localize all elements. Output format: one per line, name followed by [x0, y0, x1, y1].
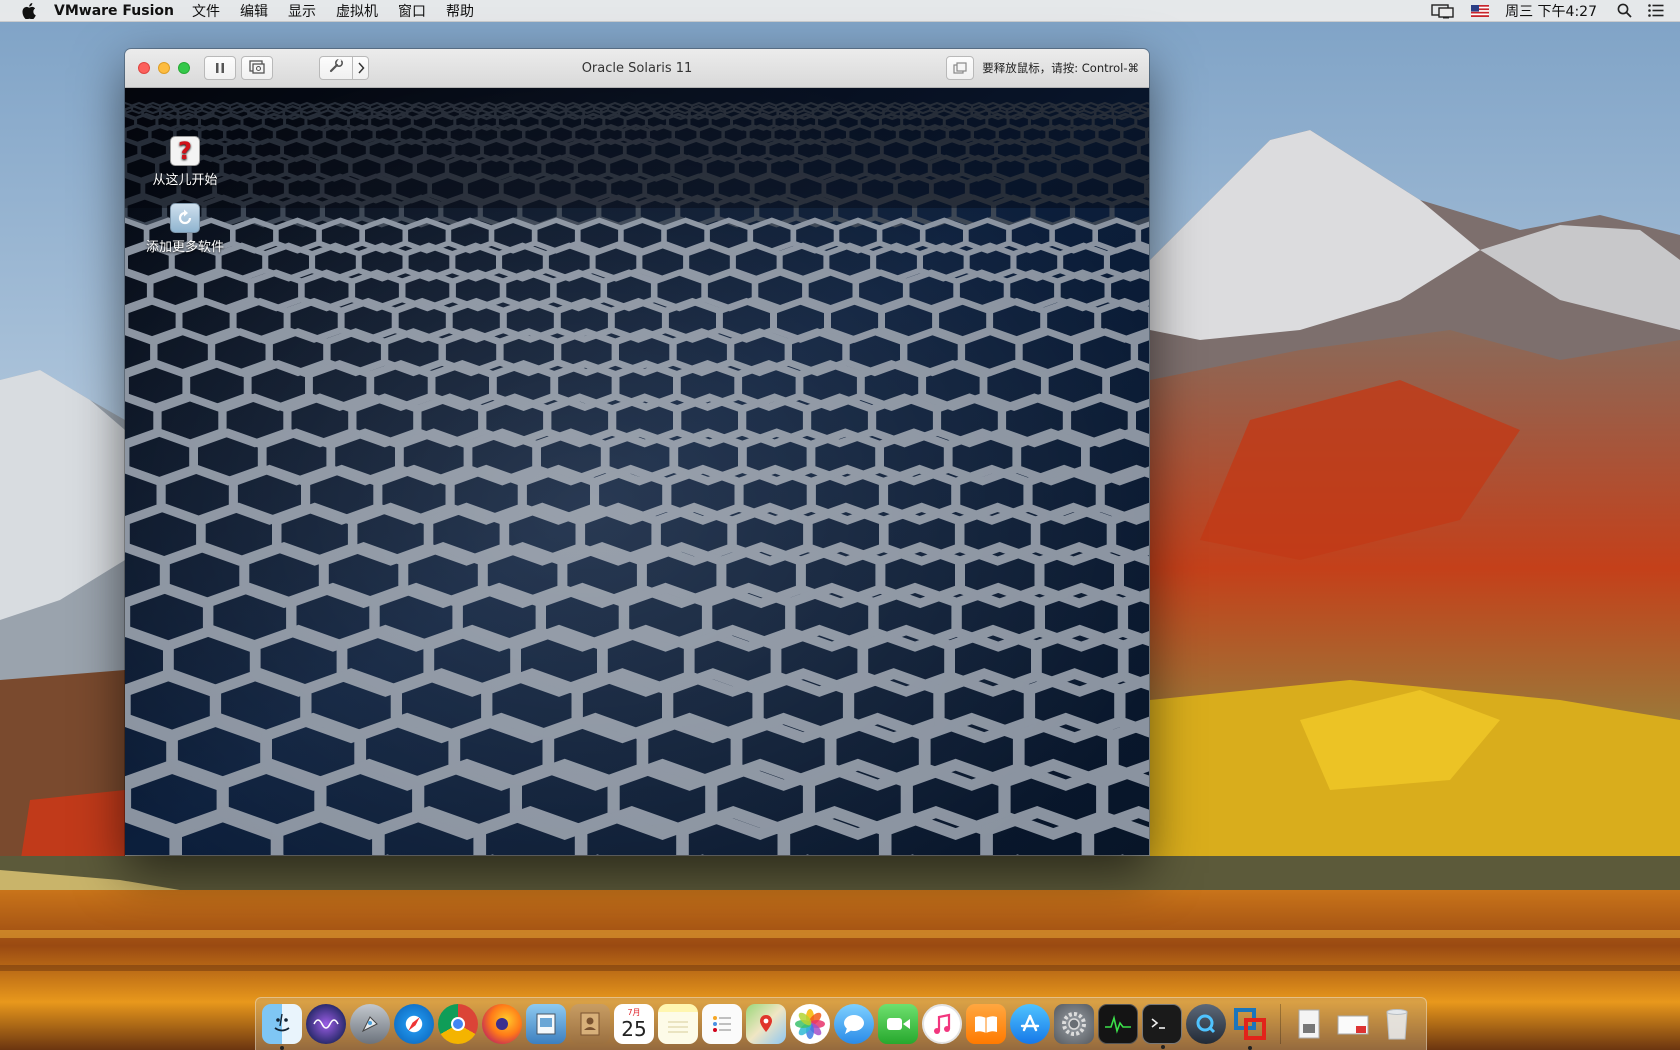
activity-monitor-icon[interactable]: [1098, 1004, 1138, 1044]
notes-icon[interactable]: [658, 1004, 698, 1044]
snapshot-icon: [249, 59, 265, 78]
firefox-icon[interactable]: [482, 1004, 522, 1044]
app-name-menu[interactable]: VMware Fusion: [54, 3, 174, 19]
menu-view[interactable]: 显示: [288, 1, 316, 21]
desktop-icon-start-here[interactable]: ? 从这儿开始: [135, 136, 235, 188]
zoom-window-button[interactable]: [178, 62, 190, 74]
pause-icon: [215, 59, 225, 78]
app-store-icon[interactable]: [1010, 1004, 1050, 1044]
facetime-icon[interactable]: [878, 1004, 918, 1044]
reminders-icon[interactable]: [702, 1004, 742, 1044]
terminal-icon[interactable]: [1142, 1004, 1182, 1049]
chrome-icon[interactable]: [438, 1004, 478, 1044]
siri-icon[interactable]: [306, 1004, 346, 1044]
contacts-icon[interactable]: [570, 1004, 610, 1044]
unity-view-button[interactable]: [946, 56, 975, 80]
menubar-clock[interactable]: 周三 下午4:27: [1505, 1, 1597, 21]
minimize-window-button[interactable]: [158, 62, 170, 74]
preview-icon[interactable]: [526, 1004, 566, 1044]
close-window-button[interactable]: [138, 62, 150, 74]
desktop-icon-label: 从这儿开始: [152, 173, 218, 188]
window-titlebar[interactable]: Oracle Solaris 11 要释放鼠标，请按: Control-⌘: [125, 49, 1149, 88]
trash-icon[interactable]: [1377, 1004, 1417, 1044]
calendar-day-label: 25: [621, 1017, 647, 1041]
input-source-us-flag-icon[interactable]: [1471, 4, 1490, 17]
hexagon-mesh-wallpaper: [125, 88, 1149, 855]
finder-icon[interactable]: [262, 1004, 302, 1050]
mouse-release-hint: 要释放鼠标，请按: Control-⌘: [982, 61, 1139, 75]
photos-icon[interactable]: [790, 1004, 830, 1044]
menu-edit[interactable]: 编辑: [240, 1, 268, 21]
desktop-icon-add-software[interactable]: 添加更多软件: [135, 203, 235, 255]
desktop-icon-label: 添加更多软件: [145, 240, 224, 255]
menu-window[interactable]: 窗口: [398, 1, 426, 21]
guest-desktop[interactable]: ? 从这儿开始 添加更多软件: [125, 88, 1149, 855]
vm-window: Oracle Solaris 11 要释放鼠标，请按: Control-⌘ ? …: [125, 49, 1149, 855]
menu-help[interactable]: 帮助: [446, 1, 474, 21]
notification-center-icon[interactable]: [1648, 4, 1664, 17]
apple-menu-icon[interactable]: [18, 0, 40, 22]
menu-bar: VMware Fusion 文件 编辑 显示 虚拟机 窗口 帮助 周三 下午4:…: [0, 0, 1680, 22]
documents-folder-icon[interactable]: [1289, 1004, 1329, 1044]
add-software-icon: [170, 203, 200, 233]
toolbar-more-button[interactable]: [353, 56, 369, 80]
maps-icon[interactable]: [746, 1004, 786, 1044]
snapshot-button[interactable]: [241, 56, 273, 80]
downloads-folder-icon[interactable]: [1333, 1004, 1373, 1044]
running-indicator: [1248, 1046, 1252, 1050]
messages-icon[interactable]: [834, 1004, 874, 1044]
menu-virtual-machine[interactable]: 虚拟机: [336, 1, 378, 21]
dock: 7月 25: [255, 997, 1427, 1050]
system-preferences-icon[interactable]: [1054, 1004, 1094, 1044]
help-question-icon: ?: [170, 136, 200, 166]
safari-icon[interactable]: [394, 1004, 434, 1044]
vmware-fusion-icon[interactable]: [1230, 1004, 1270, 1050]
quicktime-icon[interactable]: [1186, 1004, 1226, 1044]
window-controls: [138, 62, 198, 74]
chevron-right-icon: [357, 59, 365, 78]
dock-separator: [1280, 1004, 1281, 1044]
menu-file[interactable]: 文件: [192, 1, 220, 21]
display-mirroring-icon[interactable]: [1431, 3, 1455, 19]
suspend-vm-button[interactable]: [204, 56, 236, 80]
running-indicator: [280, 1046, 284, 1050]
itunes-icon[interactable]: [922, 1004, 962, 1044]
calendar-icon[interactable]: 7月 25: [614, 1004, 654, 1044]
ibooks-icon[interactable]: [966, 1004, 1006, 1044]
spotlight-search-icon[interactable]: [1617, 3, 1632, 18]
running-indicator: [1161, 1045, 1165, 1049]
launchpad-icon[interactable]: [350, 1004, 390, 1044]
wrench-icon: [328, 58, 344, 78]
vm-settings-button[interactable]: [319, 56, 353, 80]
restore-window-icon: [953, 59, 967, 78]
